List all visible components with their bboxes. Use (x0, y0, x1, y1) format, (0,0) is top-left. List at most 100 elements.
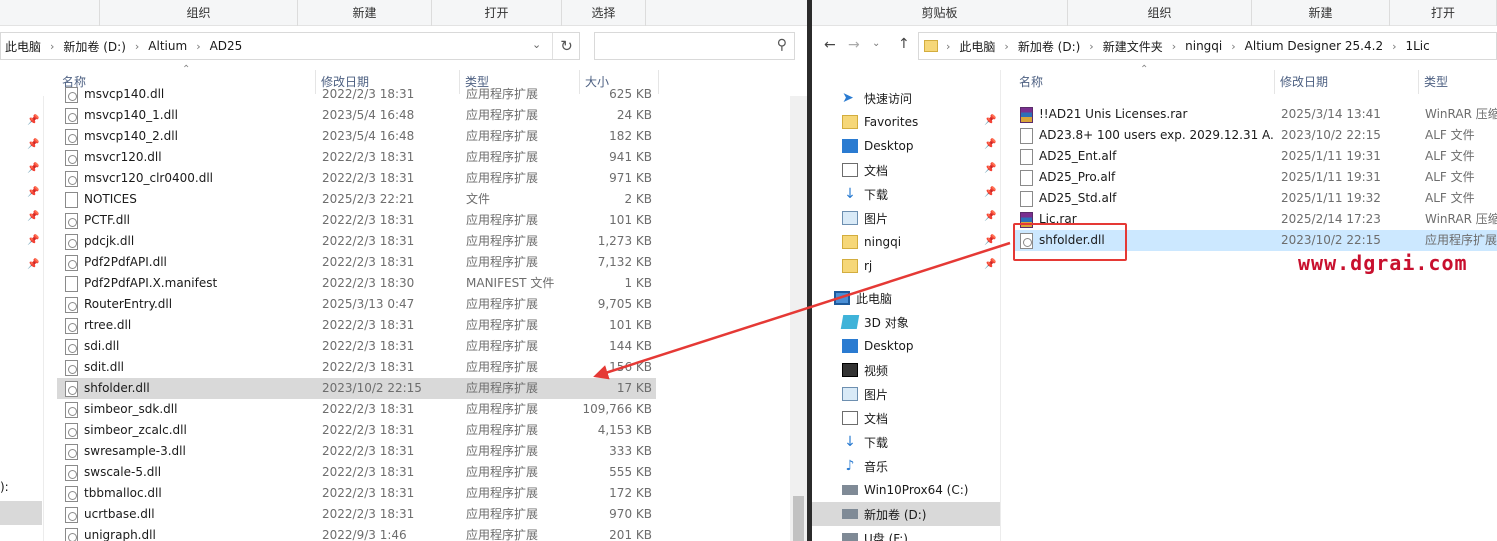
search-input[interactable]: ⚲ (594, 32, 795, 60)
table-row[interactable]: pdcjk.dll 2022/2/3 18:31 应用程序扩展 1,273 KB (57, 231, 656, 252)
pin-icon[interactable]: 📌 (984, 115, 996, 126)
table-row[interactable]: ucrtbase.dll 2022/2/3 18:31 应用程序扩展 970 KB (57, 504, 656, 525)
file-name[interactable]: shfolder.dll (57, 378, 316, 399)
breadcrumb-ad25[interactable]: AD25 (210, 39, 243, 53)
nav-item[interactable]: rj 📌 (812, 254, 1000, 278)
chevron-right-icon[interactable]: › (946, 40, 950, 53)
nav-item[interactable]: 3D 对象 (812, 310, 1000, 334)
file-name[interactable]: rtree.dll (57, 315, 316, 336)
recent-locations-icon[interactable]: ⌄ (872, 38, 880, 49)
column-header-type[interactable]: 类型 (1419, 70, 1497, 94)
table-row[interactable]: NOTICES 2025/2/3 22:21 文件 2 KB (57, 189, 656, 210)
table-row[interactable]: AD25_Std.alf 2025/1/11 19:32 ALF 文件 (1014, 188, 1497, 209)
column-header-name[interactable]: 名称 (1014, 70, 1275, 94)
table-row[interactable]: msvcp140_2.dll 2023/5/4 16:48 应用程序扩展 182 KB (57, 126, 656, 147)
chevron-right-icon[interactable]: › (196, 40, 200, 53)
chevron-right-icon[interactable]: › (1231, 40, 1235, 53)
table-row[interactable]: sdit.dll 2022/2/3 18:31 应用程序扩展 156 KB (57, 357, 656, 378)
chevron-right-icon[interactable]: › (135, 40, 139, 53)
nav-item[interactable]: Favorites 📌 (812, 110, 1000, 134)
scrollbar-thumb[interactable] (793, 496, 804, 541)
table-row[interactable]: msvcr120_clr0400.dll 2022/2/3 18:31 应用程序扩展… (57, 168, 656, 189)
file-name[interactable]: Pdf2PdfAPI.dll (57, 252, 316, 273)
table-row[interactable]: simbeor_sdk.dll 2022/2/3 18:31 应用程序扩展 109,7… (57, 399, 656, 420)
chevron-right-icon[interactable]: › (1004, 40, 1008, 53)
file-name[interactable]: unigraph.dll (57, 525, 316, 541)
breadcrumb-1lic[interactable]: 1Lic (1405, 39, 1429, 53)
file-name[interactable]: pdcjk.dll (57, 231, 316, 252)
file-name[interactable]: NOTICES (57, 189, 316, 210)
table-row[interactable]: msvcp140.dll 2022/2/3 18:31 应用程序扩展 625 KB (57, 84, 656, 105)
table-row[interactable]: Pdf2PdfAPI.dll 2022/2/3 18:31 应用程序扩展 7,132 … (57, 252, 656, 273)
ribbon-group-organize[interactable]: 组织 (1068, 0, 1252, 26)
table-row[interactable]: Pdf2PdfAPI.X.manifest 2022/2/3 18:30 MANIF… (57, 273, 656, 294)
ribbon-group-organize[interactable]: 组织 (100, 0, 298, 26)
table-row[interactable]: AD25_Pro.alf 2025/1/11 19:31 ALF 文件 (1014, 167, 1497, 188)
file-name[interactable]: AD25_Std.alf (1014, 188, 1275, 209)
table-row[interactable]: RouterEntry.dll 2025/3/13 0:47 应用程序扩展 9,705… (57, 294, 656, 315)
nav-item[interactable]: ↓ 下载 📌 (812, 182, 1000, 206)
pin-icon[interactable]: 📌 (27, 259, 39, 270)
breadcrumb-ningqi[interactable]: ningqi (1185, 39, 1222, 53)
nav-item[interactable]: Desktop 📌 (812, 134, 1000, 158)
nav-item[interactable]: 此电脑 (812, 286, 1000, 310)
file-name[interactable]: sdi.dll (57, 336, 316, 357)
ribbon-group-clipboard[interactable]: 剪贴板 (812, 0, 1068, 26)
nav-drive-fragment[interactable]: ): (0, 480, 9, 494)
table-row[interactable]: PCTF.dll 2022/2/3 18:31 应用程序扩展 101 KB (57, 210, 656, 231)
vertical-scrollbar[interactable] (790, 96, 807, 541)
table-row[interactable]: msvcp140_1.dll 2023/5/4 16:48 应用程序扩展 24 KB (57, 105, 656, 126)
breadcrumb-this-pc[interactable]: 此电脑 (959, 38, 995, 55)
table-row[interactable]: tbbmalloc.dll 2022/2/3 18:31 应用程序扩展 172 KB (57, 483, 656, 504)
pin-icon[interactable]: 📌 (984, 211, 996, 222)
table-row[interactable]: simbeor_zcalc.dll 2022/2/3 18:31 应用程序扩展 4,1… (57, 420, 656, 441)
nav-item[interactable]: Win10Prox64 (C:) (812, 478, 1000, 502)
file-name[interactable]: AD25_Pro.alf (1014, 167, 1275, 188)
table-row[interactable]: rtree.dll 2022/2/3 18:31 应用程序扩展 101 KB (57, 315, 656, 336)
breadcrumb-new-folder[interactable]: 新建文件夹 (1103, 38, 1163, 55)
nav-item[interactable]: 文档 📌 (812, 158, 1000, 182)
breadcrumb-altium-designer[interactable]: Altium Designer 25.4.2 (1245, 39, 1383, 53)
back-arrow-icon[interactable]: ← (824, 37, 836, 53)
file-name[interactable]: swscale-5.dll (57, 462, 316, 483)
table-row[interactable]: sdi.dll 2022/2/3 18:31 应用程序扩展 144 KB (57, 336, 656, 357)
file-name[interactable]: msvcr120.dll (57, 147, 316, 168)
address-bar[interactable]: › 此电脑 › 新加卷 (D:) › 新建文件夹 › ningqi › Alti… (918, 32, 1497, 60)
nav-item[interactable]: 视频 (812, 358, 1000, 382)
breadcrumb-altium[interactable]: Altium (148, 39, 187, 53)
file-name[interactable]: msvcp140_2.dll (57, 126, 316, 147)
pin-icon[interactable]: 📌 (984, 235, 996, 246)
ribbon-group-open[interactable]: 打开 (1390, 0, 1497, 26)
pin-icon[interactable]: 📌 (27, 187, 39, 198)
nav-selected-item[interactable] (0, 501, 42, 525)
ribbon-group-select[interactable]: 选择 (562, 0, 646, 26)
pin-icon[interactable]: 📌 (984, 187, 996, 198)
nav-item[interactable]: ➤ 快速访问 (812, 86, 1000, 110)
table-row[interactable]: AD25_Ent.alf 2025/1/11 19:31 ALF 文件 (1014, 146, 1497, 167)
pin-icon[interactable]: 📌 (27, 211, 39, 222)
chevron-right-icon[interactable]: › (50, 40, 54, 53)
nav-item[interactable]: 图片 📌 (812, 206, 1000, 230)
file-name[interactable]: sdit.dll (57, 357, 316, 378)
pin-icon[interactable]: 📌 (27, 139, 39, 150)
table-row[interactable]: !!AD21 Unis Licenses.rar 2025/3/14 13:41 W… (1014, 104, 1497, 125)
pin-icon[interactable]: 📌 (984, 163, 996, 174)
breadcrumb-drive-d[interactable]: 新加卷 (D:) (1018, 38, 1080, 55)
table-row[interactable]: shfolder.dll 2023/10/2 22:15 应用程序扩展 17 KB (57, 378, 656, 399)
file-name[interactable]: ucrtbase.dll (57, 504, 316, 525)
nav-item[interactable]: Desktop (812, 334, 1000, 358)
table-row[interactable]: AD23.8+ 100 users exp. 2029.12.31 A... 20… (1014, 125, 1497, 146)
pin-icon[interactable]: 📌 (27, 115, 39, 126)
chevron-right-icon[interactable]: › (1392, 40, 1396, 53)
ribbon-group-new[interactable]: 新建 (1252, 0, 1390, 26)
address-bar[interactable]: 此电脑 › 新加卷 (D:) › Altium › AD25 ⌄ ↻ (0, 32, 580, 60)
nav-item[interactable]: ningqi 📌 (812, 230, 1000, 254)
file-name[interactable]: msvcr120_clr0400.dll (57, 168, 316, 189)
table-row[interactable]: swresample-3.dll 2022/2/3 18:31 应用程序扩展 333 … (57, 441, 656, 462)
chevron-down-icon[interactable]: ⌄ (532, 38, 541, 51)
table-row[interactable]: swscale-5.dll 2022/2/3 18:31 应用程序扩展 555 KB (57, 462, 656, 483)
pin-icon[interactable]: 📌 (984, 139, 996, 150)
pin-icon[interactable]: 📌 (27, 163, 39, 174)
nav-item[interactable]: 图片 (812, 382, 1000, 406)
ribbon-group-open[interactable]: 打开 (432, 0, 562, 26)
